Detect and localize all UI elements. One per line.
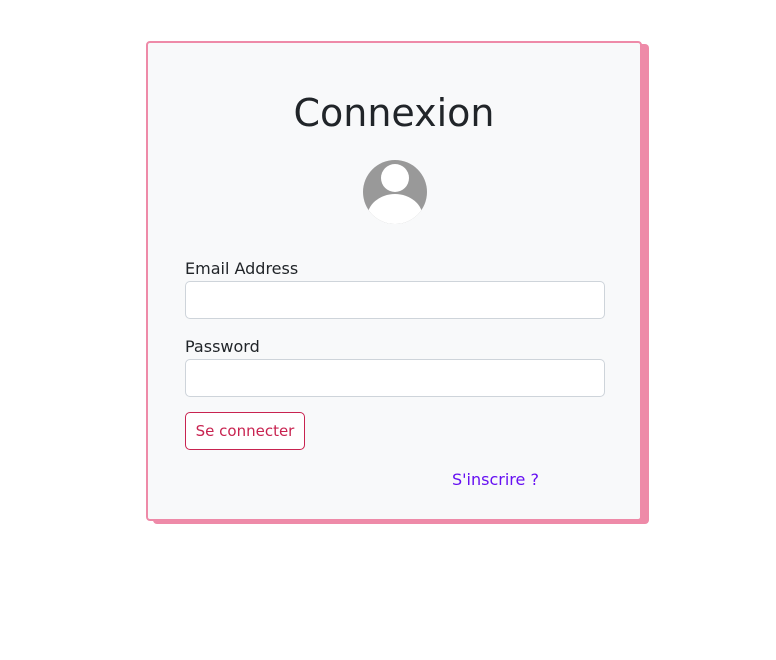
register-link[interactable]: S'inscrire ? — [452, 470, 539, 490]
email-field[interactable] — [185, 281, 605, 319]
password-field[interactable] — [185, 359, 605, 397]
password-label: Password — [185, 337, 260, 356]
login-card: Connexion Email Address Password Se conn… — [146, 41, 642, 521]
login-button[interactable]: Se connecter — [185, 412, 305, 450]
page-title: Connexion — [293, 91, 495, 135]
email-label: Email Address — [185, 259, 299, 278]
user-avatar-icon — [363, 160, 427, 224]
